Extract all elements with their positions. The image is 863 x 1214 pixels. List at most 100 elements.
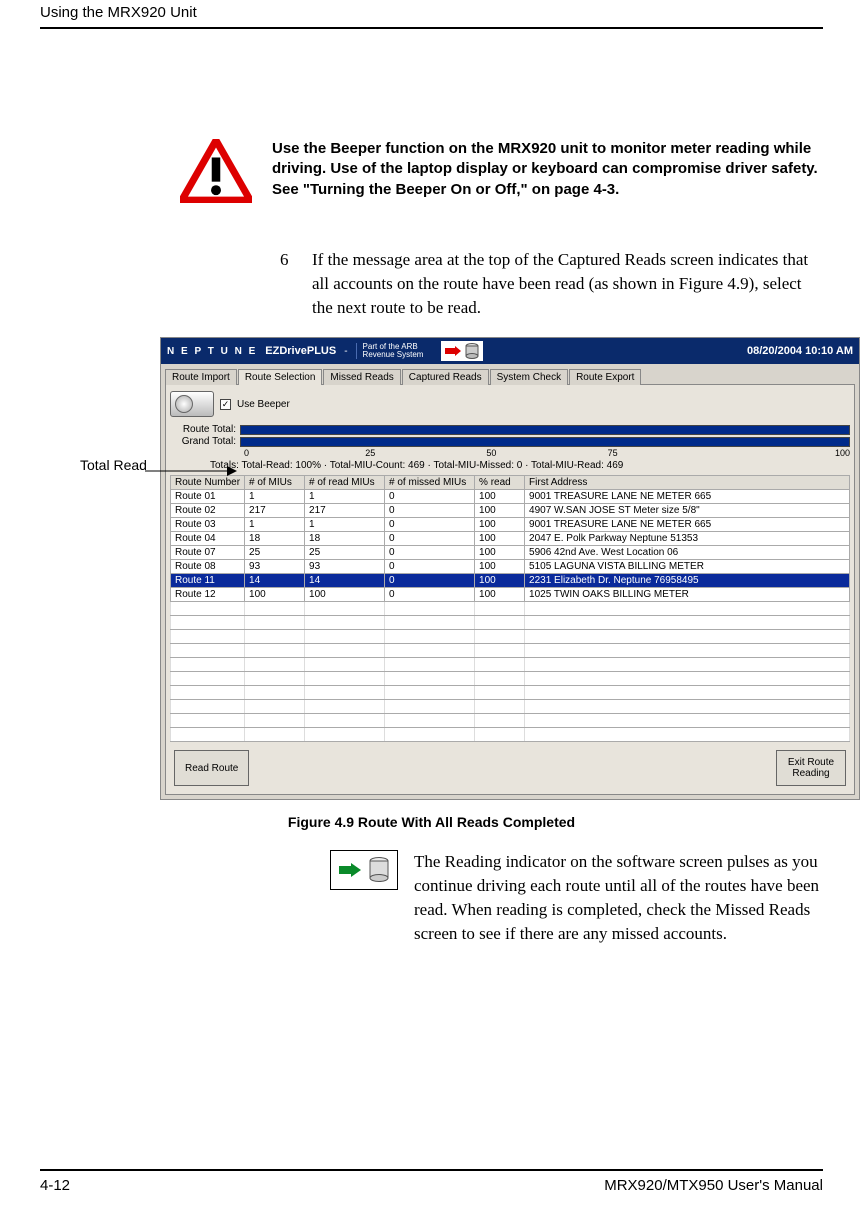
indicator-inline-graphic <box>330 850 398 890</box>
table-row[interactable]: Route 011101009001 TREASURE LANE NE METE… <box>171 490 850 504</box>
table-row[interactable] <box>171 686 850 700</box>
cell: 0 <box>385 518 475 532</box>
cell: 25 <box>245 546 305 560</box>
warning-text: Use the Beeper function on the MRX920 un… <box>272 139 823 200</box>
cell: 5105 LAGUNA VISTA BILLING METER <box>525 560 850 574</box>
button-row: Read Route Exit RouteReading <box>170 742 850 790</box>
table-row[interactable] <box>171 728 850 742</box>
cell: 9001 TREASURE LANE NE METER 665 <box>525 490 850 504</box>
arrow-right-icon <box>339 863 361 877</box>
tab-route-export[interactable]: Route Export <box>569 369 641 385</box>
cell: 5906 42nd Ave. West Location 06 <box>525 546 850 560</box>
figure-wrap: Total Read N E P T U N E EZDrivePLUS - P… <box>40 337 823 800</box>
app-window: N E P T U N E EZDrivePLUS - Part of the … <box>160 337 860 800</box>
cell: Route 01 <box>171 490 245 504</box>
table-row[interactable]: Route 08939301005105 LAGUNA VISTA BILLIN… <box>171 560 850 574</box>
tab-route-selection[interactable]: Route Selection <box>238 369 323 385</box>
cell: Route 11 <box>171 574 245 588</box>
cell: 2231 Elizabeth Dr. Neptune 76958495 <box>525 574 850 588</box>
cell: 100 <box>245 588 305 602</box>
column-header[interactable]: # of missed MIUs <box>385 476 475 490</box>
cell: 0 <box>385 532 475 546</box>
cell: 18 <box>245 532 305 546</box>
table-row[interactable] <box>171 644 850 658</box>
callout-arrow <box>145 465 237 477</box>
cell: 100 <box>475 546 525 560</box>
callout-total-read: Total Read <box>80 457 147 473</box>
table-row[interactable]: Route 031101009001 TREASURE LANE NE METE… <box>171 518 850 532</box>
cell: Route 08 <box>171 560 245 574</box>
use-beeper-label: Use Beeper <box>237 399 290 410</box>
cell: 0 <box>385 588 475 602</box>
cell: 0 <box>385 574 475 588</box>
table-row[interactable] <box>171 630 850 644</box>
tab-panel-route-selection: ✓ Use Beeper Route Total: Grand Total: 0… <box>165 384 855 795</box>
cell: 100 <box>475 560 525 574</box>
tab-system-check[interactable]: System Check <box>490 369 568 385</box>
cell: 2047 E. Polk Parkway Neptune 51353 <box>525 532 850 546</box>
scale-row: 0255075100 <box>244 448 850 458</box>
scale-tick: 75 <box>608 448 729 458</box>
beeper-row: ✓ Use Beeper <box>170 389 850 423</box>
cell: 217 <box>245 504 305 518</box>
cell: Route 07 <box>171 546 245 560</box>
tab-strip: Route ImportRoute SelectionMissed ReadsC… <box>165 368 855 384</box>
cell: 100 <box>475 588 525 602</box>
running-head: Using the MRX920 Unit <box>40 0 823 21</box>
step-6: 6 If the message area at the top of the … <box>280 248 823 319</box>
cell: Route 04 <box>171 532 245 546</box>
tab-missed-reads[interactable]: Missed Reads <box>323 369 400 385</box>
grand-total-label: Grand Total: <box>170 436 240 447</box>
table-row[interactable]: Route 11141401002231 Elizabeth Dr. Neptu… <box>171 574 850 588</box>
manual-title: MRX920/MTX950 User's Manual <box>604 1177 823 1194</box>
cell: 4907 W.SAN JOSE ST Meter size 5/8" <box>525 504 850 518</box>
column-header[interactable]: # of read MIUs <box>305 476 385 490</box>
column-header[interactable]: % read <box>475 476 525 490</box>
cell: 100 <box>475 504 525 518</box>
cell: 93 <box>245 560 305 574</box>
routes-table[interactable]: Route Number# of MIUs# of read MIUs# of … <box>170 475 850 742</box>
table-row[interactable]: Route 04181801002047 E. Polk Parkway Nep… <box>171 532 850 546</box>
routes-header-row: Route Number# of MIUs# of read MIUs# of … <box>171 476 850 490</box>
scale-tick: 50 <box>486 448 607 458</box>
header-rule <box>40 27 823 29</box>
table-row[interactable] <box>171 658 850 672</box>
table-row[interactable]: Route 0221721701004907 W.SAN JOSE ST Met… <box>171 504 850 518</box>
cell: 100 <box>475 532 525 546</box>
titlebar-datetime: 08/20/2004 10:10 AM <box>747 345 853 357</box>
step-text: If the message area at the top of the Ca… <box>312 248 823 319</box>
titlebar-separator: - <box>344 346 347 357</box>
cylinder-icon <box>369 857 389 883</box>
product-name: EZDrivePLUS <box>265 345 336 357</box>
progress-block: Route Total: Grand Total: 0255075100 Tot… <box>170 424 850 471</box>
indicator-paragraph: The Reading indicator on the software sc… <box>330 850 823 945</box>
tab-route-import[interactable]: Route Import <box>165 369 237 385</box>
titlebar: N E P T U N E EZDrivePLUS - Part of the … <box>161 338 859 364</box>
read-route-button[interactable]: Read Route <box>174 750 249 786</box>
use-beeper-checkbox[interactable]: ✓ <box>220 399 231 410</box>
table-row[interactable] <box>171 672 850 686</box>
cell: 0 <box>385 490 475 504</box>
brand-text: N E P T U N E <box>167 346 257 357</box>
exit-route-reading-button[interactable]: Exit RouteReading <box>776 750 846 786</box>
cell: 0 <box>385 546 475 560</box>
cell: 25 <box>305 546 385 560</box>
route-total-bar <box>240 425 850 435</box>
cell: 9001 TREASURE LANE NE METER 665 <box>525 518 850 532</box>
cylinder-icon <box>465 343 479 359</box>
table-row[interactable] <box>171 714 850 728</box>
column-header[interactable]: # of MIUs <box>245 476 305 490</box>
table-row[interactable] <box>171 602 850 616</box>
column-header[interactable]: Route Number <box>171 476 245 490</box>
table-row[interactable]: Route 1210010001001025 TWIN OAKS BILLING… <box>171 588 850 602</box>
cell: 1 <box>245 518 305 532</box>
column-header[interactable]: First Address <box>525 476 850 490</box>
tab-captured-reads[interactable]: Captured Reads <box>402 369 489 385</box>
table-row[interactable] <box>171 700 850 714</box>
page-number: 4-12 <box>40 1177 70 1194</box>
cell: 14 <box>245 574 305 588</box>
table-row[interactable]: Route 07252501005906 42nd Ave. West Loca… <box>171 546 850 560</box>
table-row[interactable] <box>171 616 850 630</box>
cell: 0 <box>385 504 475 518</box>
warning-icon <box>180 139 252 208</box>
